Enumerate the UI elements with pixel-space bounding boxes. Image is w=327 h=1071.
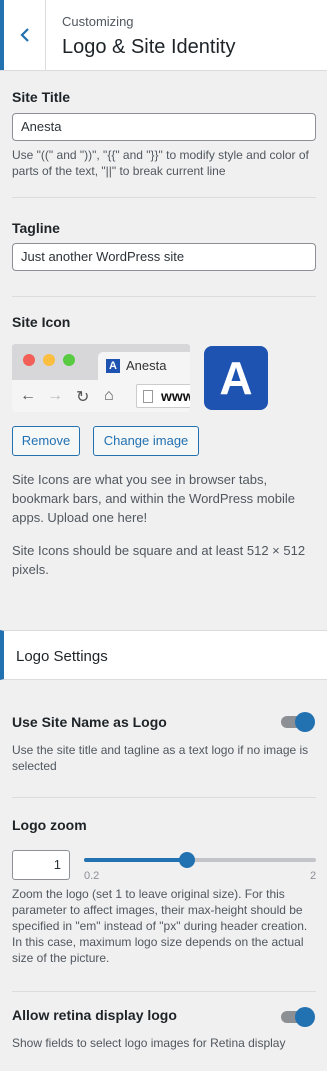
divider <box>12 991 316 992</box>
retina-label: Allow retina display logo <box>12 1007 177 1023</box>
logo-zoom-label: Logo zoom <box>12 817 87 833</box>
site-icon-size-help: Site Icons should be square and at least… <box>12 543 306 577</box>
favicon-icon: A <box>106 359 120 373</box>
browser-tab: A Anesta <box>98 352 190 380</box>
toggle-knob <box>295 1007 315 1027</box>
slider-min-label: 0.2 <box>84 870 100 882</box>
back-button[interactable] <box>0 0 46 70</box>
forward-arrow-icon: → <box>47 387 63 404</box>
toggle-knob <box>295 712 315 732</box>
url-bar: www. <box>136 384 190 408</box>
site-title-help: Use "((" and "))", "{{" and "}}" to modi… <box>12 148 309 178</box>
site-title-input[interactable]: Anesta <box>12 113 316 141</box>
page-title: Logo & Site Identity <box>62 36 236 58</box>
site-icon-help: Site Icons are what you see in browser t… <box>12 472 295 525</box>
breadcrumb: Customizing <box>62 14 134 29</box>
back-arrow-icon: ← <box>20 387 36 404</box>
browser-toolbar: ← → ↻ ⌂ www. <box>12 380 190 412</box>
use-site-name-label: Use Site Name as Logo <box>12 714 167 730</box>
divider <box>12 296 316 297</box>
url-text: www. <box>161 388 190 404</box>
use-site-name-help: Use the site title and tagline as a text… <box>12 743 309 773</box>
logo-zoom-help: Zoom the logo (set 1 to leave original s… <box>12 887 308 965</box>
browser-preview: A Anesta ← → ↻ ⌂ www. <box>12 344 190 412</box>
logo-settings-header: Logo Settings <box>0 630 327 680</box>
chevron-left-icon <box>19 28 29 42</box>
slider-thumb[interactable] <box>179 852 196 868</box>
retina-help: Show fields to select logo images for Re… <box>12 1036 286 1050</box>
slider-fill <box>84 858 188 862</box>
change-image-button[interactable]: Change image <box>93 426 199 456</box>
browser-tab-title: Anesta <box>126 358 167 373</box>
home-icon: ⌂ <box>104 387 114 404</box>
remove-button[interactable]: Remove <box>12 426 80 456</box>
reload-icon: ↻ <box>76 389 90 406</box>
logo-zoom-input[interactable]: 1 <box>12 850 70 880</box>
close-dot-icon <box>23 354 35 366</box>
browser-tabbar: A Anesta <box>12 344 190 380</box>
slider-max-label: 2 <box>310 870 317 882</box>
customizer-header: Customizing Logo & Site Identity <box>0 0 327 71</box>
site-title-label: Site Title <box>12 89 71 105</box>
use-site-name-toggle[interactable] <box>281 712 317 732</box>
site-icon-label: Site Icon <box>12 314 71 330</box>
section-title: Logo Settings <box>16 648 108 665</box>
maximize-dot-icon <box>63 354 75 366</box>
tagline-input[interactable]: Just another WordPress site <box>12 243 316 271</box>
divider <box>12 797 316 798</box>
retina-toggle[interactable] <box>281 1007 317 1027</box>
divider <box>12 197 316 198</box>
tagline-label: Tagline <box>12 220 60 236</box>
logo-zoom-slider[interactable] <box>84 852 316 868</box>
minimize-dot-icon <box>43 354 55 366</box>
page-icon <box>143 390 153 403</box>
site-icon-preview: A <box>204 346 268 410</box>
